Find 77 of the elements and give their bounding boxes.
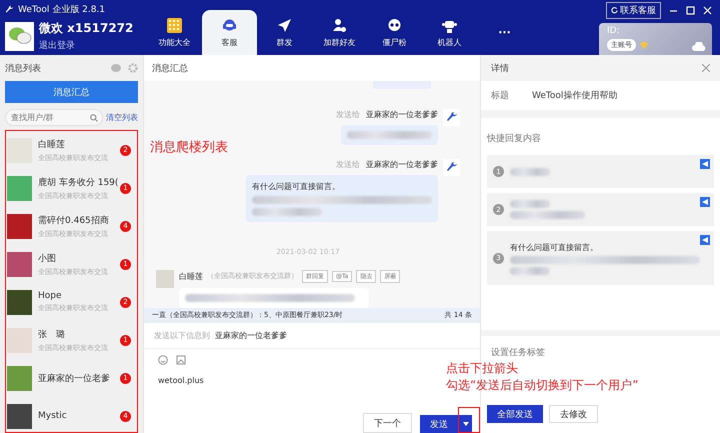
panel-title: 详情 [491,62,509,74]
photo-placeholder [7,176,32,200]
search-icon [90,114,98,122]
nav-tab[interactable]: 机器人 [422,10,477,55]
summary-button[interactable]: 消息汇总 [5,81,138,103]
maximize-icon[interactable] [686,6,695,15]
blurred-text [510,266,550,274]
paper-plane-icon [277,18,292,32]
recipient-name: 亚麻家的一位老爹爹 [366,108,438,120]
next-button[interactable]: 下一个 [363,413,412,433]
edit-button[interactable]: 去修改 [549,405,598,423]
emoji-icon[interactable] [158,355,168,366]
clear-list-link[interactable]: 清空列表 [106,112,138,123]
grid-icon [167,18,182,32]
recipient-name: 亚麻家的一位老爹爹 [366,158,438,170]
refresh-icon [611,7,618,14]
nav-tab[interactable]: 功能大全 [147,10,202,55]
send-icon[interactable] [700,197,710,207]
conversation-name: 需碎付0.465招商 [38,214,110,226]
nav-tab[interactable]: 客服 [202,10,257,55]
photo-placeholder [7,252,32,276]
wrench-icon [5,5,14,14]
conversation-name: Hope [38,291,63,301]
caret-icon [462,422,468,426]
nav-tab[interactable]: ··· [477,10,532,55]
send-icon[interactable] [700,159,710,169]
search-field[interactable]: 查找用户/群 [5,109,103,126]
section-title: 设置任务标签 [491,346,546,359]
headset-icon [222,18,237,32]
quick-reply-text: 有什么问题可直接留言。 [510,242,599,252]
photo-placeholder [7,328,32,352]
send-button[interactable]: 发送 [420,415,458,433]
photo-placeholder [7,138,32,162]
panel-title: 消息汇总 [152,62,188,74]
skull-icon [387,18,402,32]
send-label: 发送给 [336,158,360,170]
diamond-icon [640,42,648,48]
conversation-name: Mystic [38,411,68,421]
annotation-text: 勾选“发送后自动切换到下一个用户” [446,377,638,394]
send-all-button[interactable]: 全部发送 [487,405,543,423]
chat-bubbles-avatar [5,22,34,50]
conversation-name: 张 璐 [38,328,66,340]
conversation-name: 小图 [38,252,57,264]
logout-link[interactable]: 退出登录 [39,39,134,52]
recipient-name: 亚麻家的一位老爹爹 [215,330,287,341]
contact-support-button[interactable]: 联系客服 [606,2,661,19]
send-label: 发送给 [336,108,360,120]
photo-placeholder [7,290,32,314]
conversation-name: 白睡莲 [38,138,66,150]
send-icon[interactable] [700,235,710,245]
image-icon[interactable] [176,355,186,366]
field-label: 标题 [491,90,509,102]
panel-title: 消息列表 [5,62,41,74]
photo-placeholder [156,270,174,288]
photo-placeholder [7,366,32,390]
message-text: 有什么问题可直接留言。 [252,180,341,192]
message-input[interactable]: wetool.plus [158,376,204,385]
sender-name: 白睡莲 [179,270,203,282]
blurred-text [510,200,550,208]
nav-tab[interactable]: 僵尸粉 [367,10,422,55]
cloud-icon [692,42,706,51]
section-title: 快捷回复内容 [487,134,541,144]
account-name: 微欢 x1517272 [39,20,134,37]
nav-tab[interactable]: 群发 [257,10,312,55]
annotation-text: 点击下拉箭头 [446,360,519,377]
highlight-outline [458,407,480,433]
photo-placeholder [7,404,32,428]
annotation-text: 消息爬楼列表 [150,139,228,156]
id-label: ID: [607,26,621,36]
send-to-label: 发送以下信息到 [154,330,210,341]
blurred-text [510,168,550,176]
field-value: WeTool操作使用帮助 [532,90,618,102]
photo-placeholder [7,214,32,238]
blurred-text [252,208,322,216]
conversation-name: 亚麻家的一位老爹 [38,372,111,384]
nav-tab[interactable]: 加群好友 [312,10,367,55]
window-title: WeTool 企业版 2.8.1 [18,4,106,16]
